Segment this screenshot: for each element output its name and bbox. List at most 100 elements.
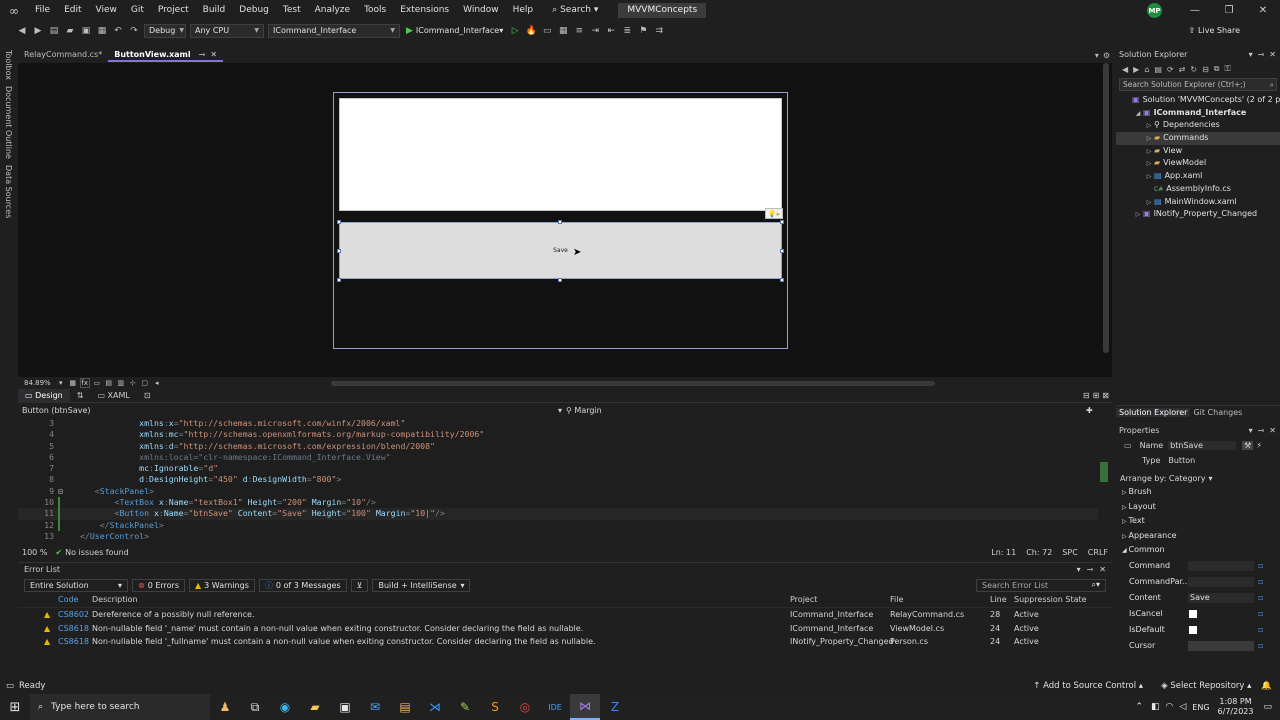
- header-line[interactable]: Line: [990, 595, 1007, 604]
- next-bookmark-icon[interactable]: ⇉: [652, 24, 666, 38]
- project-code-icon[interactable]: ▢: [140, 378, 150, 388]
- vscode-icon[interactable]: ⋊: [420, 694, 450, 720]
- close-icon[interactable]: ✕: [1099, 563, 1106, 577]
- pin-icon[interactable]: ⊸: [1258, 424, 1265, 438]
- horizontal-split-icon[interactable]: ⊟: [1083, 391, 1090, 400]
- volume-icon[interactable]: ◁: [1179, 702, 1186, 712]
- issues-status[interactable]: No issues found: [65, 548, 129, 557]
- error-row[interactable]: ▲ CS8618 Non-nullable field '_name' must c…: [18, 624, 1112, 638]
- error-code[interactable]: CS8602: [58, 610, 89, 619]
- new-project-icon[interactable]: ▤: [47, 24, 61, 38]
- edge-icon[interactable]: ◉: [270, 694, 300, 720]
- configuration-dropdown[interactable]: Debug ▼: [144, 23, 186, 38]
- selection-handle[interactable]: [337, 278, 341, 282]
- tree-item[interactable]: ▷ ▣ INotify_Property_Changed: [1116, 208, 1280, 221]
- chrome-icon[interactable]: ◎: [510, 694, 540, 720]
- events-icon[interactable]: ⚡: [1256, 441, 1262, 450]
- editor-scroll-thumb[interactable]: [1100, 462, 1108, 482]
- header-project[interactable]: Project: [790, 595, 817, 604]
- back-icon[interactable]: ◀: [1122, 65, 1128, 74]
- ide-icon[interactable]: IDE: [540, 694, 570, 720]
- minimize-icon[interactable]: —: [1178, 0, 1212, 21]
- collapse-pane-icon[interactable]: ⊡: [137, 389, 158, 403]
- property-value-field[interactable]: [1188, 560, 1254, 571]
- artboard[interactable]: 💡▸ Save ➤: [333, 92, 788, 349]
- menu-item-analyze[interactable]: Analyze: [308, 0, 357, 21]
- visual-studio-icon[interactable]: ⋈: [570, 694, 600, 720]
- forward-icon[interactable]: ▶: [31, 24, 45, 38]
- search-error-list-input[interactable]: Search Error List ⌕▾: [976, 578, 1106, 592]
- pin-icon[interactable]: ⊸: [1258, 48, 1265, 62]
- property-marker-icon[interactable]: ▫: [1258, 590, 1263, 606]
- messages-filter-button[interactable]: ⓘ 0 of 3 Messages: [258, 578, 347, 592]
- pane-options-icon[interactable]: ▾: [1077, 563, 1081, 577]
- pointer-icon[interactable]: ⊹: [128, 378, 138, 388]
- clock[interactable]: 1:08 PM 6/7/2023: [1218, 697, 1254, 717]
- scope-dropdown[interactable]: Entire Solution ▾: [24, 578, 128, 592]
- property-marker-icon[interactable]: ▫: [1258, 606, 1263, 622]
- maximize-icon[interactable]: ❐: [1212, 0, 1246, 21]
- menu-item-view[interactable]: View: [89, 0, 124, 21]
- selection-handle[interactable]: [337, 220, 341, 224]
- menu-item-tools[interactable]: Tools: [357, 0, 393, 21]
- start-without-debugging-icon[interactable]: ▷: [508, 24, 522, 38]
- editor-scrollbar[interactable]: [1098, 418, 1112, 544]
- startup-project-dropdown[interactable]: ICommand_Interface ▼: [268, 23, 400, 38]
- build-intellisense-dropdown[interactable]: Build + IntelliSense ▾: [372, 578, 471, 592]
- property-checkbox[interactable]: [1189, 609, 1197, 618]
- search-box[interactable]: ⌕ Search ▾: [546, 0, 604, 21]
- line-endings[interactable]: CRLF: [1088, 548, 1108, 557]
- store-icon[interactable]: ▣: [330, 694, 360, 720]
- open-folder-icon[interactable]: ▰: [63, 24, 77, 38]
- refresh-icon[interactable]: ↻: [1190, 65, 1197, 74]
- avatar[interactable]: MP: [1147, 3, 1162, 18]
- property-marker-icon[interactable]: ▫: [1258, 622, 1263, 638]
- side-tab-data-sources[interactable]: Data Sources: [4, 165, 13, 218]
- errors-filter-button[interactable]: ⊗ 0 Errors: [132, 578, 186, 592]
- category-layout[interactable]: ▷ Layout: [1116, 500, 1280, 515]
- property-value-field[interactable]: Save: [1188, 592, 1254, 603]
- filter-icon-button[interactable]: ⊻: [350, 578, 369, 592]
- menu-item-edit[interactable]: Edit: [57, 0, 88, 21]
- notifications-icon[interactable]: 🔔: [1261, 681, 1272, 691]
- error-code[interactable]: CS8618: [58, 637, 89, 646]
- whitespace-mode[interactable]: SPC: [1062, 548, 1078, 557]
- name-field[interactable]: btnSave: [1168, 441, 1237, 450]
- header-code[interactable]: Code: [58, 595, 78, 604]
- windows-start-icon[interactable]: ⊞: [0, 694, 30, 720]
- tab-solution-explorer[interactable]: Solution Explorer: [1116, 407, 1191, 417]
- vertical-split-icon[interactable]: ⊞: [1093, 391, 1100, 400]
- back-icon[interactable]: ◀: [15, 24, 29, 38]
- tree-item[interactable]: ▣Solution 'MVVMConcepts' (2 of 2 project…: [1116, 94, 1280, 107]
- zoom-dropdown-icon[interactable]: ▾: [56, 378, 66, 388]
- save-all-icon[interactable]: ▦: [95, 24, 109, 38]
- tray-chevron-icon[interactable]: ⌃: [1135, 702, 1143, 712]
- error-code[interactable]: CS8618: [58, 624, 89, 633]
- header-file[interactable]: File: [890, 595, 903, 604]
- tree-item[interactable]: ▷ ▤ App.xaml: [1116, 170, 1280, 183]
- element-path[interactable]: Button (btnSave): [18, 406, 558, 415]
- collapse-all-icon[interactable]: ⊟: [1202, 65, 1209, 74]
- category-brush[interactable]: ▷ Brush: [1116, 485, 1280, 500]
- designer-vertical-scrollbar[interactable]: [1103, 63, 1109, 353]
- property-path[interactable]: ⚲ Margin: [566, 406, 1086, 415]
- menu-item-window[interactable]: Window: [456, 0, 506, 21]
- tree-item[interactable]: ◢ ▣ ICommand_Interface: [1116, 107, 1280, 120]
- live-share-button[interactable]: ⇪ Live Share: [1188, 26, 1240, 35]
- file-explorer-icon[interactable]: ▰: [300, 694, 330, 720]
- error-row[interactable]: ▲ CS8618 Non-nullable field '_fullname' mu…: [18, 637, 1112, 651]
- hot-reload-icon[interactable]: 🔥: [524, 24, 538, 38]
- properties-icon[interactable]: ⚿: [1224, 64, 1230, 74]
- wrench-icon[interactable]: ⚒: [1242, 441, 1254, 450]
- comment-icon[interactable]: ≣: [620, 24, 634, 38]
- menu-item-debug[interactable]: Debug: [232, 0, 276, 21]
- tab-list-icon[interactable]: ▾: [1095, 51, 1099, 60]
- selection-handle[interactable]: [780, 220, 784, 224]
- expand-icon[interactable]: ▷: [1144, 120, 1154, 132]
- start-debugging-button[interactable]: ▶ ICommand_Interface ▾: [406, 26, 503, 36]
- visual-studio-logo-icon[interactable]: ∞: [0, 0, 28, 21]
- selection-handle[interactable]: [780, 249, 784, 253]
- editor-zoom[interactable]: 100 %: [22, 548, 47, 557]
- tab-design[interactable]: ▭ Design: [18, 388, 70, 403]
- show-all-files-icon[interactable]: ⧉: [1214, 64, 1220, 74]
